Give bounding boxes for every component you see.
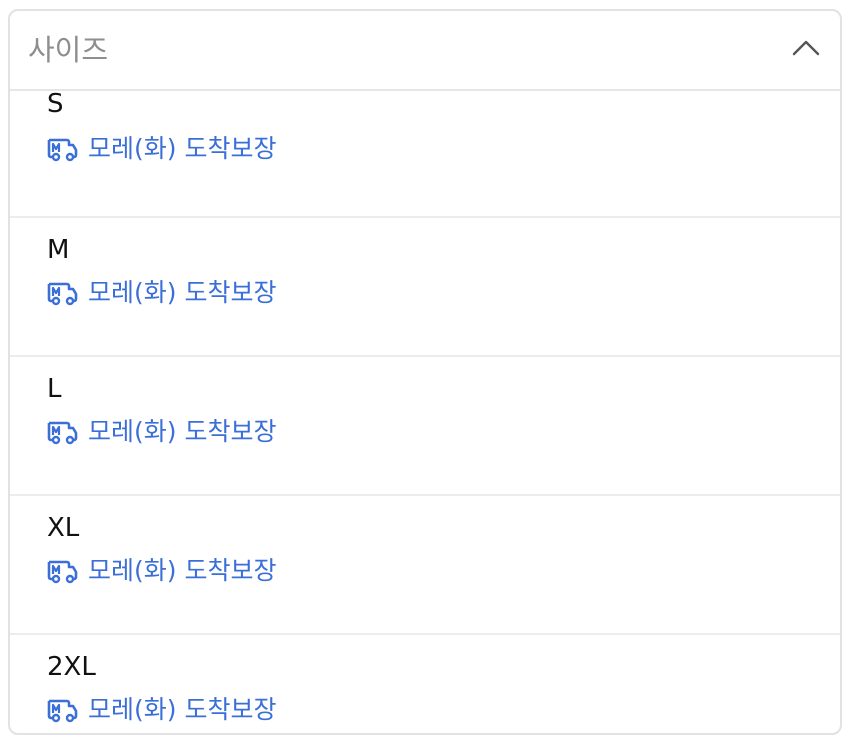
size-option-xl[interactable]: XL 모레(화) 도착보장 [10,496,840,635]
option-delivery-label: 모레(화) 도착보장 [88,134,277,163]
delivery-truck-icon [47,699,78,723]
size-dropdown-placeholder: 사이즈 [28,33,109,67]
size-dropdown[interactable]: 사이즈 S 모레(화) 도착보장 M 모레(화) 도착보장 L 모레(화) 도착… [8,9,842,735]
option-size-label: S [47,91,64,119]
delivery-truck-icon [47,138,78,162]
option-size-label: L [47,374,62,404]
option-delivery-label: 모레(화) 도착보장 [88,695,277,724]
option-delivery-info: 모레(화) 도착보장 [46,134,276,164]
size-option-s[interactable]: S 모레(화) 도착보장 [10,91,840,218]
option-delivery-label: 모레(화) 도착보장 [88,278,277,307]
option-delivery-label: 모레(화) 도착보장 [88,417,277,446]
option-size-label: XL [47,513,80,543]
option-delivery-info: 모레(화) 도착보장 [46,556,276,586]
option-delivery-info: 모레(화) 도착보장 [46,417,276,447]
size-option-list: S 모레(화) 도착보장 M 모레(화) 도착보장 L 모레(화) 도착보장 X… [10,91,840,733]
delivery-truck-icon [47,282,78,306]
size-option-2xl[interactable]: 2XL 모레(화) 도착보장 [10,635,840,733]
chevron-up-icon[interactable] [792,37,820,57]
size-dropdown-header[interactable]: 사이즈 [10,11,840,91]
option-size-label: M [47,235,70,265]
delivery-truck-icon [47,421,78,445]
delivery-truck-icon [47,560,78,584]
option-delivery-label: 모레(화) 도착보장 [88,556,277,585]
option-delivery-info: 모레(화) 도착보장 [46,278,276,308]
option-size-label: 2XL [47,652,96,682]
option-delivery-info: 모레(화) 도착보장 [46,695,276,725]
size-option-m[interactable]: M 모레(화) 도착보장 [10,218,840,357]
size-option-l[interactable]: L 모레(화) 도착보장 [10,357,840,496]
